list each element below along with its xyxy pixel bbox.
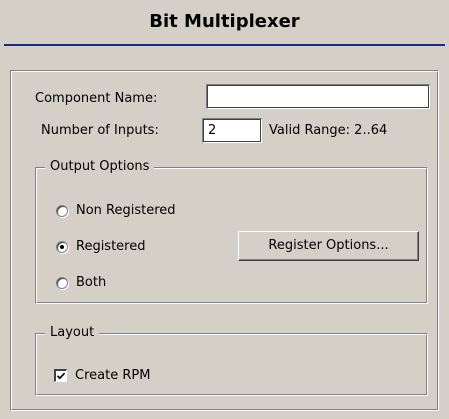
radio-non-registered-label: Non Registered [76, 203, 176, 218]
radio-both-label: Both [76, 275, 107, 290]
settings-panel: Component Name: Number of Inputs: 2 Vali… [10, 70, 439, 411]
component-name-label: Component Name: [35, 91, 158, 106]
output-options-group: Output Options Non Registered Registered… [35, 159, 428, 304]
layout-group: Layout Create RPM [35, 325, 428, 396]
dialog-title: Bit Multiplexer [149, 11, 300, 32]
radio-non-registered[interactable]: Non Registered [56, 203, 176, 218]
layout-legend: Layout [45, 325, 100, 340]
radio-button-selected-icon[interactable] [56, 240, 68, 253]
radio-button-icon[interactable] [56, 204, 68, 217]
component-name-field[interactable] [206, 84, 430, 109]
number-of-inputs-label: Number of Inputs: [41, 123, 159, 138]
radio-registered-label: Registered [76, 239, 146, 254]
create-rpm-checkbox-row[interactable]: Create RPM [54, 368, 150, 383]
output-options-legend: Output Options [45, 159, 155, 174]
valid-range-text: Valid Range: 2..64 [269, 123, 388, 138]
checkbox-checked-icon[interactable] [54, 369, 67, 382]
radio-both[interactable]: Both [56, 275, 106, 290]
create-rpm-label: Create RPM [75, 368, 151, 383]
register-options-button[interactable]: Register Options... [238, 231, 419, 261]
radio-button-icon[interactable] [56, 276, 68, 289]
number-of-inputs-field[interactable]: 2 [202, 118, 262, 143]
radio-registered[interactable]: Registered [56, 239, 146, 254]
title-divider [4, 44, 445, 46]
